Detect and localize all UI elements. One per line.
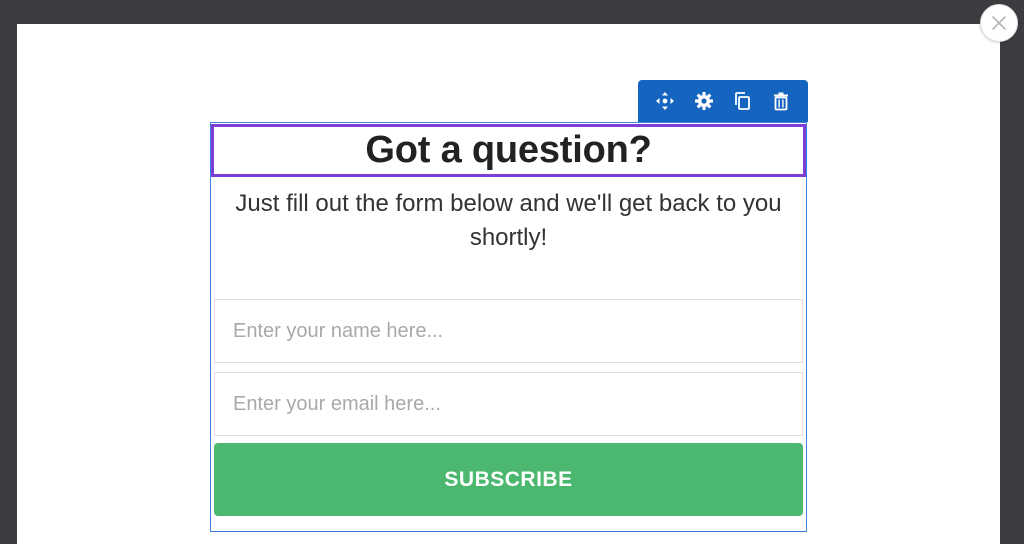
close-icon — [992, 16, 1006, 30]
gear-icon — [694, 92, 713, 110]
subscribe-button[interactable]: SUBSCRIBE — [214, 443, 803, 516]
duplicate-button[interactable] — [728, 87, 756, 115]
element-toolbar — [638, 80, 808, 122]
name-input[interactable] — [214, 299, 803, 363]
optin-form-block[interactable]: Got a question? Just fill out the form b… — [210, 122, 807, 532]
email-input[interactable] — [214, 372, 803, 436]
close-button[interactable] — [980, 4, 1018, 42]
move-icon — [656, 92, 675, 110]
form-heading: Got a question? — [365, 129, 652, 171]
delete-button[interactable] — [767, 87, 795, 115]
copy-icon — [735, 92, 751, 110]
form-subtext: Just fill out the form below and we'll g… — [235, 190, 782, 251]
trash-icon — [773, 92, 788, 111]
heading-block[interactable]: Got a question? — [211, 124, 806, 177]
move-button[interactable] — [651, 87, 679, 115]
settings-button[interactable] — [690, 87, 718, 115]
